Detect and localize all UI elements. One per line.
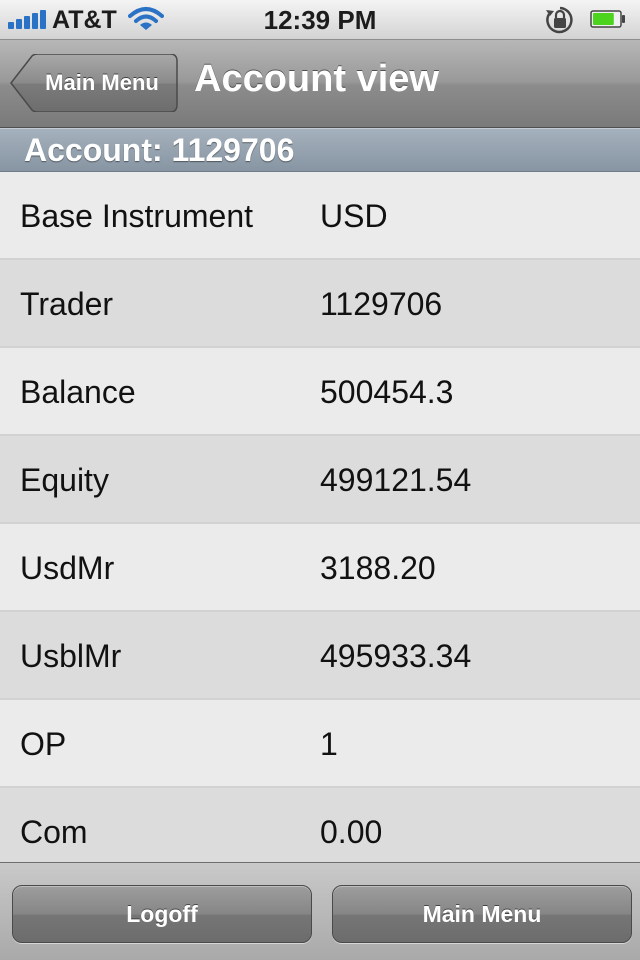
list-item: Base Instrument USD <box>0 172 640 260</box>
row-value: 0.00 <box>320 814 383 850</box>
row-label: UsblMr <box>20 638 122 674</box>
row-label: UsdMr <box>20 550 115 586</box>
list-item: Trader 1129706 <box>0 260 640 348</box>
list-item: Balance 500454.3 <box>0 348 640 436</box>
row-value: USD <box>320 198 388 234</box>
logoff-button[interactable]: Logoff <box>12 885 312 943</box>
row-value: 1 <box>320 726 338 762</box>
row-value: 500454.3 <box>320 374 454 410</box>
list-item: Com 0.00 <box>0 788 640 862</box>
rotation-lock-icon <box>546 6 573 34</box>
list-item: OP 1 <box>0 700 640 788</box>
row-label: OP <box>20 726 67 762</box>
page-title: Account view <box>194 58 439 100</box>
row-value: 3188.20 <box>320 550 436 586</box>
bottom-toolbar: Logoff Main Menu <box>0 862 640 960</box>
row-value: 495933.34 <box>320 638 472 674</box>
row-label: Com <box>20 814 88 850</box>
row-label: Trader <box>20 286 114 322</box>
row-value: 1129706 <box>320 286 443 322</box>
row-value: 499121.54 <box>320 462 472 498</box>
list-item: UsblMr 495933.34 <box>0 612 640 700</box>
navigation-bar: Main Menu Account view <box>0 40 640 128</box>
main-menu-button[interactable]: Main Menu <box>332 885 632 943</box>
list-item: Equity 499121.54 <box>0 436 640 524</box>
back-button[interactable]: Main Menu <box>10 54 178 112</box>
account-header-title: Account: 1129706 <box>24 132 295 168</box>
back-button-label: Main Menu <box>45 70 159 95</box>
section-header: Account: 1129706 <box>0 128 640 172</box>
row-label: Base Instrument <box>20 198 253 234</box>
row-label: Equity <box>20 462 109 498</box>
account-details-list[interactable]: Base Instrument USD Trader 1129706 Balan… <box>0 172 640 862</box>
battery-icon <box>590 10 625 28</box>
status-bar: AT&T 12:39 PM <box>0 0 640 40</box>
list-item: UsdMr 3188.20 <box>0 524 640 612</box>
row-label: Balance <box>20 374 136 410</box>
